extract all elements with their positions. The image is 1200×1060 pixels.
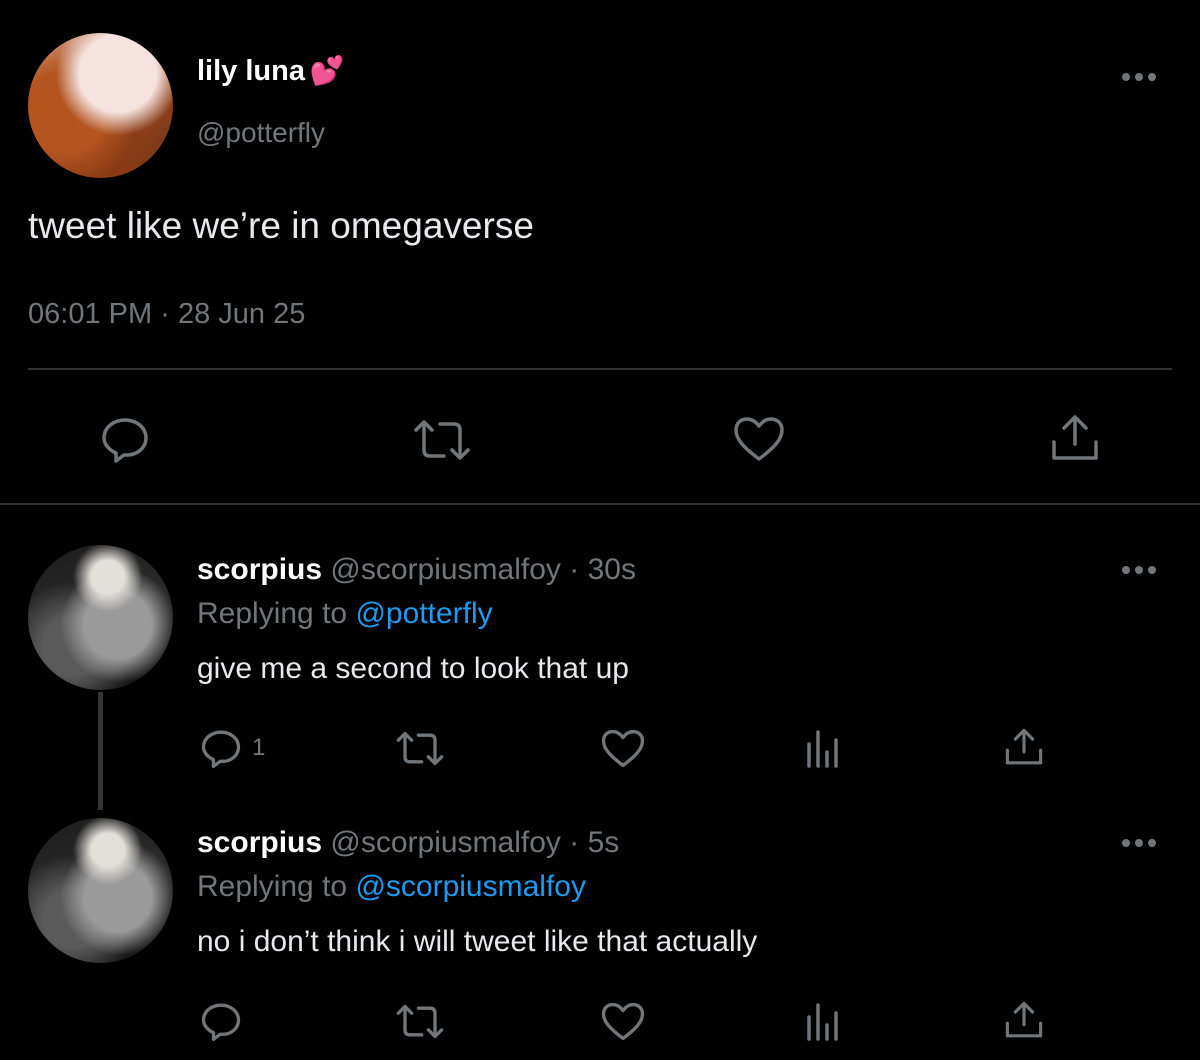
replying-label: Replying to [197,870,348,903]
meta-separator: · [160,298,170,330]
share-icon[interactable] [1004,1001,1044,1039]
reply-avatar[interactable] [28,545,173,690]
more-options-icon[interactable] [1120,70,1160,84]
tweet-text: tweet like we’re in omegaverse [28,205,534,246]
reply-handle[interactable]: @scorpiusmalfoy [330,553,561,586]
share-icon[interactable] [1004,728,1044,766]
like-icon[interactable] [601,729,645,768]
author-display-name: lily luna [197,55,305,87]
reply-handle[interactable]: @scorpiusmalfoy [330,826,561,859]
analytics-icon[interactable] [805,1001,841,1041]
reply-display-name[interactable]: scorpius [197,826,322,859]
reply-count: 1 [252,734,266,761]
tweet-timestamp[interactable]: 06:01 PM · 28 Jun 25 [28,298,305,331]
share-icon[interactable] [1050,414,1100,462]
retweet-icon[interactable] [395,1003,445,1040]
author-avatar[interactable] [28,33,173,178]
tweet-date: 28 Jun 25 [177,298,306,330]
replying-to: Replying to @scorpiusmalfoy [197,870,586,904]
retweet-icon[interactable] [412,418,472,462]
reply-text: give me a second to look that up [197,652,629,685]
analytics-icon[interactable] [805,728,841,768]
replying-label: Replying to [197,597,348,630]
retweet-icon[interactable] [395,730,445,767]
reply-icon[interactable] [200,728,242,768]
meta-separator: · [569,826,580,859]
hearts-emoji: 💕 [309,55,345,86]
reply-icon[interactable] [100,415,150,463]
reply-icon[interactable] [200,1001,242,1041]
reply-time[interactable]: 5s [588,826,620,859]
reply-time[interactable]: 30s [588,553,636,586]
reply-display-name[interactable]: scorpius [197,553,322,586]
thread-line [98,692,103,810]
reply-header: scorpius @scorpiusmalfoy · 5s [197,826,619,860]
author-handle[interactable]: @potterfly [197,117,325,149]
tweet-time: 06:01 PM [28,298,153,330]
mention-link[interactable]: @potterfly [355,597,492,630]
author-name-row[interactable]: lily luna 💕 [197,54,344,88]
reply-avatar[interactable] [28,818,173,963]
mention-link[interactable]: @scorpiusmalfoy [355,870,586,903]
replying-to: Replying to @potterfly [197,597,493,631]
more-options-icon[interactable] [1120,563,1160,577]
reply-text: no i don’t think i will tweet like that … [197,925,758,958]
meta-separator: · [569,553,580,586]
like-icon[interactable] [733,416,785,462]
divider-top [28,368,1172,370]
like-icon[interactable] [601,1002,645,1041]
divider-section [0,503,1200,505]
reply-header: scorpius @scorpiusmalfoy · 30s [197,553,636,587]
more-options-icon[interactable] [1120,836,1160,850]
